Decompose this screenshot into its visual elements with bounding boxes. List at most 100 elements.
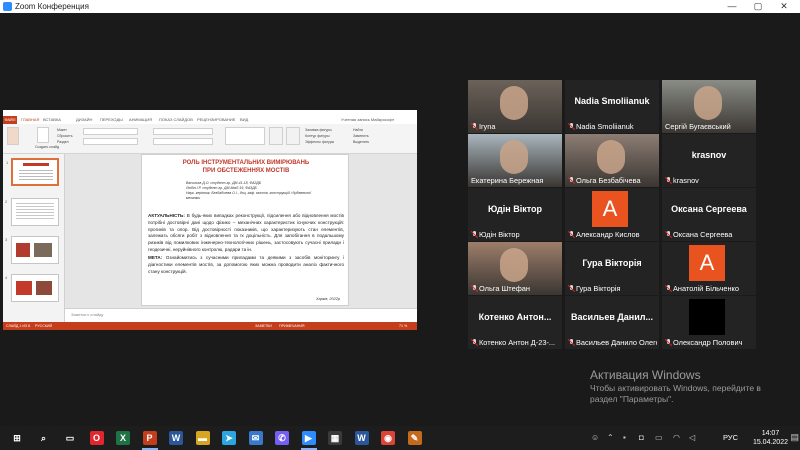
- participant-tile[interactable]: Екатерина Бережная: [468, 134, 562, 187]
- participant-name: Васильев Данило Олего...: [576, 338, 657, 347]
- mail-taskbar-button[interactable]: ✉: [243, 426, 269, 450]
- chrome-icon: ◉: [381, 431, 395, 445]
- mic-muted-icon: [471, 123, 477, 130]
- mic-muted-icon: [471, 285, 477, 292]
- participant-display-name: Юдін Віктор: [488, 204, 542, 214]
- participant-avatar: [689, 299, 725, 335]
- mail-icon: ✉: [248, 431, 263, 445]
- opera-taskbar-button[interactable]: O: [84, 426, 110, 450]
- participant-face: [500, 86, 528, 120]
- excel-icon: X: [116, 431, 130, 445]
- participant-display-name: krasnov: [691, 150, 727, 160]
- participant-name: Iryna: [479, 122, 496, 131]
- participant-tile[interactable]: Васильев Данил... Васильев Данило Олего..…: [565, 296, 659, 349]
- participant-tile[interactable]: Ольга Безбабічева: [565, 134, 659, 187]
- tray-people-icon[interactable]: ☺: [591, 433, 599, 442]
- battery-icon[interactable]: ▭: [655, 433, 663, 442]
- participant-tile[interactable]: A Анатолій Більченко: [662, 242, 756, 295]
- participant-tile[interactable]: Сергій Бугаєвський: [662, 80, 756, 133]
- participant-name: Анатолій Більченко: [673, 284, 739, 293]
- explorer-icon: ▬: [195, 431, 210, 445]
- mic-muted-icon: [471, 339, 477, 346]
- participant-name-label: Александр Кислов: [568, 230, 657, 239]
- windows-activation-watermark: Активация Windows Чтобы активировать Win…: [590, 368, 761, 405]
- participant-name: Сергій Бугаєвський: [665, 122, 731, 131]
- participant-name-label: Юдін Віктор: [471, 230, 560, 239]
- mic-muted-icon: [471, 231, 477, 238]
- participant-face: [500, 140, 528, 174]
- participant-name: Ольга Штефан: [479, 284, 530, 293]
- participant-name: Котенко Антон Д-23-...: [479, 338, 556, 347]
- zoom-icon: ▶: [301, 431, 316, 445]
- participant-avatar: A: [689, 245, 725, 281]
- participant-name: Олександр Полович: [673, 338, 743, 347]
- explorer-taskbar-button[interactable]: ▬: [190, 426, 216, 450]
- clock-date: 15.04.2022: [752, 439, 788, 446]
- participant-tile[interactable]: Ольга Штефан: [468, 242, 562, 295]
- network-icon[interactable]: ◠: [673, 433, 680, 442]
- tray-expand-icon[interactable]: ⌃: [607, 433, 614, 442]
- chrome-taskbar-button[interactable]: ◉: [375, 426, 401, 450]
- tray-app-icon[interactable]: ▪: [623, 433, 626, 442]
- powerpoint-icon: P: [142, 431, 157, 445]
- participant-tile[interactable]: Юдін Віктор Юдін Віктор: [468, 188, 562, 241]
- participant-display-name: Васильев Данил...: [571, 312, 653, 322]
- system-tray: ☺ ⌃ ▪ ◘ ▭ ◠ ◁ РУС 14:07 15.04.2022 ▤: [585, 426, 800, 450]
- tray-vpn-icon[interactable]: ◘: [639, 433, 644, 442]
- participant-tile[interactable]: Nadia Smoliianuk Nadia Smoliianuk: [565, 80, 659, 133]
- mic-muted-icon: [665, 177, 671, 184]
- word-taskbar-button[interactable]: W: [349, 426, 375, 450]
- participant-display-name: Гура Вікторія: [582, 258, 642, 268]
- mic-muted-icon: [665, 231, 671, 238]
- participant-tile[interactable]: A Александр Кислов: [565, 188, 659, 241]
- participant-name: Ольга Безбабічева: [576, 176, 641, 185]
- search-taskbar-button[interactable]: ⌕: [31, 426, 57, 450]
- participant-tile[interactable]: Гура Вікторія Гура Вікторія: [565, 242, 659, 295]
- participant-name-label: Анатолій Більченко: [665, 284, 754, 293]
- mic-muted-icon: [665, 339, 671, 346]
- participant-name-label: Олександр Полович: [665, 338, 754, 347]
- zoom-taskbar-button[interactable]: ▶: [296, 426, 322, 450]
- participant-avatar: A: [592, 191, 628, 227]
- task-view-taskbar-button[interactable]: ▭: [57, 426, 83, 450]
- participant-name: Оксана Сергеева: [673, 230, 733, 239]
- windows-start-taskbar-button[interactable]: ⊞: [4, 426, 30, 450]
- participant-name: Nadia Smoliianuk: [576, 122, 634, 131]
- word-icon: W: [354, 431, 369, 445]
- participant-name: Екатерина Бережная: [471, 176, 544, 185]
- participant-name-label: krasnov: [665, 176, 754, 185]
- mic-muted-icon: [568, 285, 574, 292]
- powerpoint-taskbar-button[interactable]: P: [137, 426, 163, 450]
- participant-tile[interactable]: Котенко Антон... Котенко Антон Д-23-...: [468, 296, 562, 349]
- telegram-taskbar-button[interactable]: ➤: [216, 426, 242, 450]
- mic-muted-icon: [568, 339, 574, 346]
- participant-name-label: Iryna: [471, 122, 560, 131]
- windows-start-icon: ⊞: [10, 431, 24, 445]
- participant-name-label: Гура Вікторія: [568, 284, 657, 293]
- participant-display-name: Оксана Сергеева: [671, 204, 747, 214]
- participant-face: [694, 86, 722, 120]
- paint-icon: ✎: [407, 431, 422, 445]
- excel-taskbar-button[interactable]: X: [110, 426, 136, 450]
- viber-icon: ✆: [275, 431, 289, 445]
- participant-face: [597, 140, 625, 174]
- participant-tile[interactable]: Оксана Сергеева Оксана Сергеева: [662, 188, 756, 241]
- language-indicator[interactable]: РУС: [723, 433, 738, 442]
- word-shortcut-icon: W: [169, 431, 183, 445]
- participant-name: Александр Кислов: [576, 230, 640, 239]
- participant-display-name: Котенко Антон...: [478, 312, 552, 322]
- notifications-icon[interactable]: ▤: [790, 432, 799, 443]
- search-icon: ⌕: [36, 431, 51, 445]
- viber-taskbar-button[interactable]: ✆: [269, 426, 295, 450]
- participant-tile[interactable]: Iryna: [468, 80, 562, 133]
- participant-name: Юдін Віктор: [479, 230, 520, 239]
- taskbar-clock[interactable]: 14:07 15.04.2022: [753, 429, 788, 447]
- word-shortcut-taskbar-button[interactable]: W: [163, 426, 189, 450]
- volume-icon[interactable]: ◁: [689, 433, 695, 442]
- paint-taskbar-button[interactable]: ✎: [402, 426, 428, 450]
- store-taskbar-button[interactable]: ▦: [322, 426, 348, 450]
- participant-tile[interactable]: krasnov krasnov: [662, 134, 756, 187]
- participant-tile[interactable]: Олександр Полович: [662, 296, 756, 349]
- participant-face: [500, 248, 528, 282]
- activation-title: Активация Windows: [590, 368, 701, 382]
